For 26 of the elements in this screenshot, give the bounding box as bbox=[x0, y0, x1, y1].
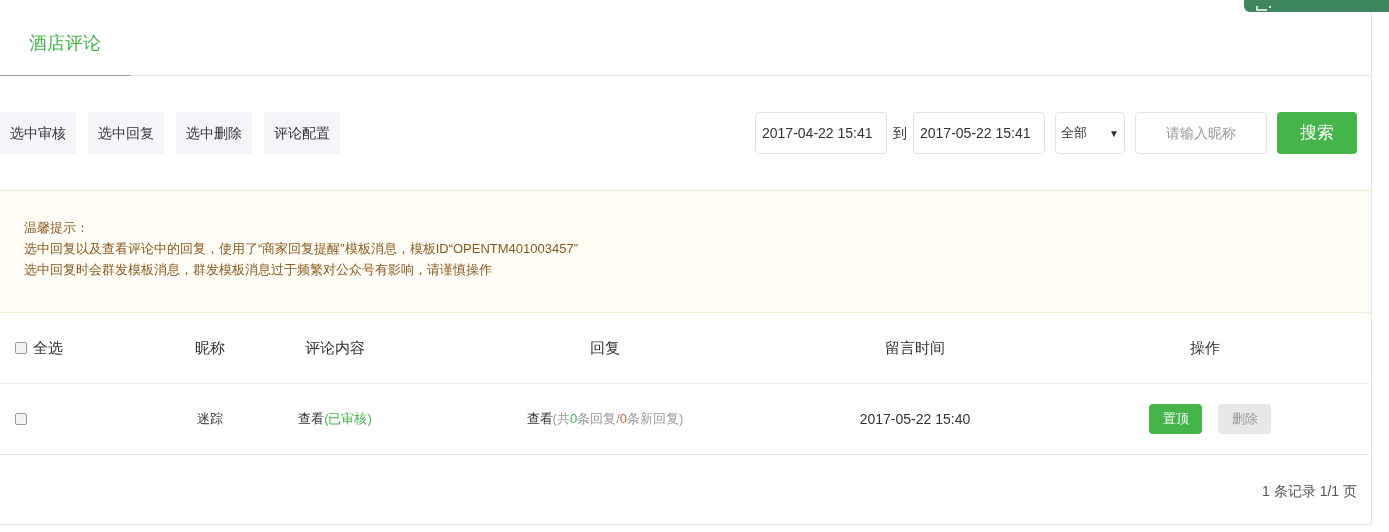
action-button[interactable]: 评论配置 bbox=[264, 112, 340, 154]
start-date-field[interactable]: 2017-04-22 15:41 bbox=[755, 112, 887, 154]
notice-title: 温馨提示： bbox=[24, 219, 90, 237]
checkbox[interactable] bbox=[15, 413, 27, 425]
status-select[interactable]: 全部 ▼ bbox=[1055, 112, 1125, 154]
action-button[interactable]: 选中回复 bbox=[88, 112, 164, 154]
column-header: 回复 bbox=[590, 337, 620, 358]
column-header: 操作 bbox=[1190, 337, 1220, 358]
end-date-field[interactable]: 2017-05-22 15:41 bbox=[913, 112, 1045, 154]
column-header: 评论内容 bbox=[305, 337, 365, 358]
range-separator: 到 bbox=[893, 123, 907, 143]
select-all-label[interactable]: 全选 bbox=[33, 336, 63, 360]
notice-text: 选中回复以及查看评论中的回复，使用了“商家回复提醒”模板消息，模板ID“OPENTM401003457” bbox=[24, 240, 579, 258]
nickname-cell-text: 迷踪 bbox=[197, 410, 223, 429]
corner-tab[interactable] bbox=[1244, 0, 1389, 12]
time-cell-text: 2017-05-22 15:40 bbox=[859, 409, 971, 429]
nickname-field[interactable]: 请输入昵称 bbox=[1135, 112, 1267, 154]
column-header: 留言时间 bbox=[885, 337, 945, 358]
checkbox[interactable] bbox=[15, 342, 27, 354]
notice-text: 选中回复时会群发模板消息，群发模板消息过于频繁对公众号有影响，请谨慎操作 bbox=[24, 261, 493, 279]
pagination-info: 1 条记录 1/1 页 bbox=[1262, 482, 1357, 501]
action-button[interactable]: 选中审核 bbox=[0, 112, 76, 154]
column-header: 昵称 bbox=[195, 337, 225, 358]
action-button[interactable]: 选中删除 bbox=[176, 112, 252, 154]
comment-view-link[interactable]: 查看(已审核) bbox=[298, 409, 372, 429]
reply-view-link[interactable]: 查看(共0条回复/0条新回复) bbox=[526, 409, 684, 429]
